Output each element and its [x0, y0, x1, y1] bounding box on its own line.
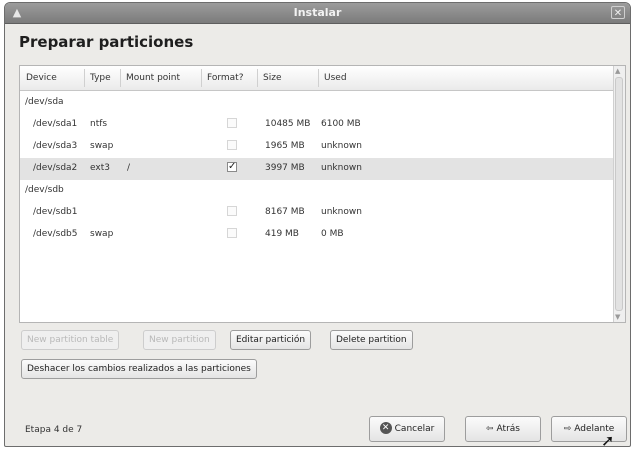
scroll-down-icon[interactable]: ▼ — [615, 313, 620, 321]
arrow-right-icon: ⇨ — [563, 424, 572, 434]
format-checkbox[interactable] — [227, 206, 237, 216]
column-divider — [120, 69, 121, 87]
step-indicator: Etapa 4 de 7 — [25, 425, 83, 435]
new-partition-table-button[interactable]: New partition table — [21, 330, 120, 350]
column-divider — [257, 69, 258, 87]
installer-window: ▲ Instalar ✕ Preparar particiones Device… — [4, 2, 631, 447]
forward-button[interactable]: ⇨ Adelante — [551, 416, 627, 442]
table-header: Device Type Mount point Format? Size Use… — [20, 66, 613, 91]
table-row[interactable]: /dev/sdb1 8167 MB unknown — [20, 202, 613, 224]
size-cell: 419 MB — [265, 229, 299, 239]
close-icon[interactable]: ✕ — [611, 6, 625, 19]
scrollbar-thumb[interactable] — [615, 77, 623, 311]
format-checkbox[interactable] — [227, 140, 237, 150]
back-button[interactable]: ⇦ Atrás — [465, 416, 541, 442]
arrow-left-icon: ⇦ — [486, 424, 494, 434]
back-label: Atrás — [496, 424, 520, 434]
used-cell: 0 MB — [321, 229, 344, 239]
column-header-size[interactable]: Size — [263, 73, 281, 83]
device-cell: /dev/sda3 — [33, 141, 78, 151]
cancel-label: Cancelar — [394, 424, 435, 434]
window-title: Instalar — [293, 6, 342, 19]
format-checkbox[interactable] — [227, 118, 237, 128]
device-cell: /dev/sda2 — [33, 163, 78, 173]
column-header-mount-point[interactable]: Mount point — [126, 73, 180, 83]
table-row[interactable]: /dev/sda1 ntfs 10485 MB 6100 MB — [20, 114, 613, 136]
column-header-used[interactable]: Used — [324, 73, 347, 83]
device-cell: /dev/sdb5 — [33, 229, 78, 239]
undo-changes-button[interactable]: Deshacer los cambios realizados a las pa… — [21, 359, 257, 379]
used-cell: 6100 MB — [321, 119, 361, 129]
device-cell: /dev/sdb — [25, 185, 64, 195]
size-cell: 8167 MB — [265, 207, 305, 217]
used-cell: unknown — [321, 207, 362, 217]
format-checkbox-checked[interactable]: ✓ — [227, 162, 237, 172]
cancel-button[interactable]: ✕ Cancelar — [369, 416, 445, 442]
used-cell: unknown — [321, 141, 362, 151]
type-cell: ext3 — [90, 163, 110, 173]
column-divider — [84, 69, 85, 87]
title-bar: ▲ Instalar ✕ — [5, 3, 630, 24]
type-cell: swap — [90, 229, 114, 239]
type-cell: ntfs — [90, 119, 108, 129]
table-row-device-group[interactable]: /dev/sda — [20, 92, 613, 114]
device-cell: /dev/sdb1 — [33, 207, 78, 217]
mouse-cursor-icon: ➚ — [601, 431, 615, 447]
partition-table: Device Type Mount point Format? Size Use… — [19, 65, 626, 323]
column-header-device[interactable]: Device — [26, 73, 57, 83]
size-cell: 3997 MB — [265, 163, 305, 173]
scroll-up-icon[interactable]: ▲ — [615, 67, 620, 75]
table-row[interactable]: /dev/sda3 swap 1965 MB unknown — [20, 136, 613, 158]
page-title: Preparar particiones — [19, 33, 194, 51]
column-divider — [201, 69, 202, 87]
column-header-type[interactable]: Type — [90, 73, 111, 83]
table-row[interactable]: /dev/sdb5 swap 419 MB 0 MB — [20, 224, 613, 246]
new-partition-button[interactable]: New partition — [143, 330, 216, 350]
table-row-device-group[interactable]: /dev/sdb — [20, 180, 613, 202]
table-row-selected[interactable]: /dev/sda2 ext3 / ✓ 3997 MB unknown — [20, 158, 613, 180]
size-cell: 1965 MB — [265, 141, 305, 151]
vertical-scrollbar[interactable]: ▲ ▼ — [613, 66, 625, 322]
column-header-format[interactable]: Format? — [207, 73, 244, 83]
edit-partition-button[interactable]: Editar partición — [230, 330, 312, 350]
cancel-icon: ✕ — [379, 421, 392, 434]
column-divider — [318, 69, 319, 87]
device-cell: /dev/sda — [25, 97, 64, 107]
type-cell: swap — [90, 141, 114, 151]
device-cell: /dev/sda1 — [33, 119, 78, 129]
mount-cell: / — [127, 163, 131, 173]
used-cell: unknown — [321, 163, 362, 173]
size-cell: 10485 MB — [265, 119, 311, 129]
delete-partition-button[interactable]: Delete partition — [330, 330, 413, 350]
format-checkbox[interactable] — [227, 228, 237, 238]
